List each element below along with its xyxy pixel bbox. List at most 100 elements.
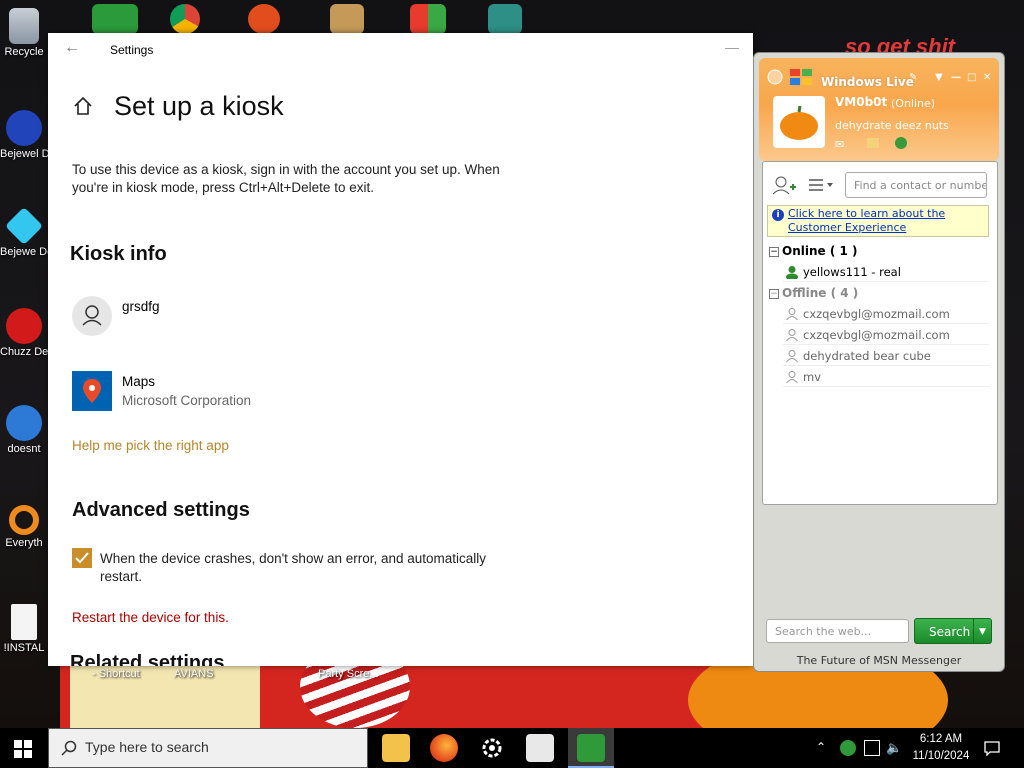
msn-status[interactable]: (Online)	[891, 97, 935, 110]
kiosk-description: To use this device as a kiosk, sign in w…	[72, 162, 500, 195]
customer-experience-link[interactable]: Click here to learn about the Customer E…	[788, 207, 945, 234]
recycle-bin-icon	[9, 8, 39, 44]
customer-experience-notice[interactable]: i Click here to learn about the Customer…	[767, 205, 989, 237]
desktop-icon-bejeweled-2[interactable]: Bejewe Delux	[0, 206, 48, 259]
person-icon	[82, 305, 102, 326]
desktop-icon-recycle-bin[interactable]: Recycle	[0, 8, 48, 59]
network-icon[interactable]	[864, 740, 880, 756]
map-pin-icon	[83, 379, 101, 403]
window-title: Settings	[110, 43, 154, 57]
kiosk-info-heading: Kiosk info	[70, 243, 167, 265]
minimize-button[interactable]: —	[725, 39, 739, 55]
pumpkin-icon	[780, 105, 818, 140]
desktop-icon-doesnt[interactable]: doesnt	[0, 405, 48, 456]
tray-msn-icon[interactable]	[840, 740, 856, 756]
desktop-icon-msn-top[interactable]	[92, 4, 138, 34]
chuzzle-icon	[6, 308, 42, 344]
desktop-icon-chuzzle[interactable]: Chuzz Delux	[0, 308, 48, 359]
minimize-button[interactable]: —	[951, 72, 961, 83]
tray-expand-icon[interactable]: ⌃	[816, 740, 832, 756]
windows-start-icon[interactable]	[14, 740, 32, 758]
msn-messenger-window: Windows Live ✎ ▼ — □ ✕ VM0b0t (Online) d…	[753, 52, 1005, 672]
desktop-icon-character[interactable]	[488, 4, 522, 34]
settings-titlebar: ← Settings — □	[48, 33, 753, 65]
page-title: Set up a kiosk	[114, 91, 284, 121]
desktop-icon-chrome[interactable]	[170, 4, 200, 34]
taskbar-active-app[interactable]	[568, 728, 614, 768]
account-avatar	[72, 296, 112, 336]
firefox-icon[interactable]	[430, 734, 458, 762]
contact-item[interactable]: cxzqevbgl@mozmail.com	[783, 325, 989, 345]
group-online[interactable]: − Online ( 1 )	[769, 244, 858, 258]
windows-flag-icon	[790, 69, 812, 85]
dropdown-arrow-icon[interactable]: ▼	[935, 72, 943, 83]
clock[interactable]: 6:12 AM 11/10/2024	[908, 731, 974, 765]
search-options-dropdown-icon[interactable]: ▼	[973, 619, 991, 643]
add-contact-icon	[772, 176, 796, 195]
collapse-icon[interactable]: −	[769, 288, 779, 299]
settings-window: ← Settings — □ Set up a kiosk To use thi…	[48, 33, 753, 666]
magnifier-icon	[9, 505, 39, 535]
restart-device-link[interactable]: Restart the device for this.	[72, 610, 229, 625]
advanced-settings-heading: Advanced settings	[72, 499, 250, 521]
notifications-icon[interactable]	[984, 740, 1000, 756]
paint-brush-icon[interactable]: ✎	[909, 72, 917, 83]
desktop-icon-game[interactable]	[330, 4, 364, 34]
crash-restart-checkbox[interactable]	[72, 548, 92, 568]
account-name[interactable]: grsdfg	[122, 299, 160, 314]
volume-icon[interactable]: 🔈	[886, 740, 902, 756]
sort-list-button[interactable]	[805, 172, 837, 198]
close-button[interactable]: ✕	[983, 72, 991, 83]
collapse-icon[interactable]: −	[769, 246, 779, 257]
msn-messenger-icon	[577, 734, 605, 762]
app-name[interactable]: Maps	[122, 374, 155, 389]
list-options-icon	[809, 179, 833, 191]
msn-footer: The Future of MSN Messenger	[796, 654, 962, 667]
blue-orb-icon	[6, 405, 42, 441]
desktop-icon-everything[interactable]: Everyth	[0, 505, 48, 550]
file-explorer-icon[interactable]	[382, 734, 410, 762]
web-search-button[interactable]: Search ▼	[914, 618, 992, 644]
back-arrow-icon[interactable]: ←	[64, 39, 80, 57]
contact-item[interactable]: dehydrated bear cube	[783, 346, 989, 366]
personal-message[interactable]: dehydrate deez nuts	[835, 119, 949, 132]
group-offline[interactable]: − Offline ( 4 )	[769, 286, 858, 300]
folder-icon[interactable]	[867, 138, 879, 148]
contact-item[interactable]: yellows111 - real	[783, 262, 989, 282]
crash-restart-label[interactable]: When the device crashes, don't show an e…	[100, 550, 520, 586]
search-icon	[61, 740, 77, 756]
msn-brand: Windows Live	[821, 75, 914, 89]
display-picture[interactable]	[773, 96, 825, 148]
contact-item[interactable]: cxzqevbgl@mozmail.com	[783, 304, 989, 324]
desktop-icon-windows[interactable]	[410, 4, 446, 34]
notepad-icon[interactable]	[526, 734, 554, 762]
taskbar: Type here to search ⌃ 🔈 6:12 AM 11/10/20…	[0, 728, 1024, 768]
desktop-icon-pinball[interactable]	[248, 4, 280, 34]
help-pick-app-link[interactable]: Help me pick the right app	[72, 438, 229, 453]
maximize-button[interactable]: □	[967, 72, 976, 83]
settings-gear-icon[interactable]	[478, 734, 506, 762]
home-icon[interactable]	[72, 95, 94, 117]
offline-buddy-icon	[786, 350, 798, 363]
contact-list-panel: Find a contact or number i Click here to…	[762, 161, 998, 505]
spaces-icon[interactable]	[895, 137, 907, 149]
wall-label-avians: AVIANS	[174, 668, 214, 680]
msn-username[interactable]: VM0b0t	[835, 95, 887, 109]
app-publisher: Microsoft Corporation	[122, 393, 252, 408]
contact-item[interactable]: mv	[783, 367, 989, 387]
gear-icon	[482, 738, 502, 758]
mail-icon[interactable]: ✉	[835, 138, 844, 151]
add-contact-button[interactable]	[769, 172, 799, 198]
maps-app-tile[interactable]	[72, 371, 112, 411]
desktop-icon-install[interactable]: !INSTAL	[0, 604, 48, 655]
taskbar-search-box[interactable]: Type here to search	[48, 728, 368, 768]
info-icon: i	[772, 209, 784, 221]
offline-buddy-icon	[786, 308, 798, 321]
msn-menu-icon[interactable]	[767, 69, 783, 85]
wall-label-party: Party Scre...	[318, 668, 379, 680]
web-search-input[interactable]: Search the web...	[766, 619, 909, 643]
contact-search-input[interactable]: Find a contact or number	[845, 172, 987, 198]
desktop-icon-bejeweled-1[interactable]: Bejewel Delux	[0, 110, 48, 161]
diamond-icon	[4, 206, 44, 246]
bejeweled-icon	[6, 110, 42, 146]
